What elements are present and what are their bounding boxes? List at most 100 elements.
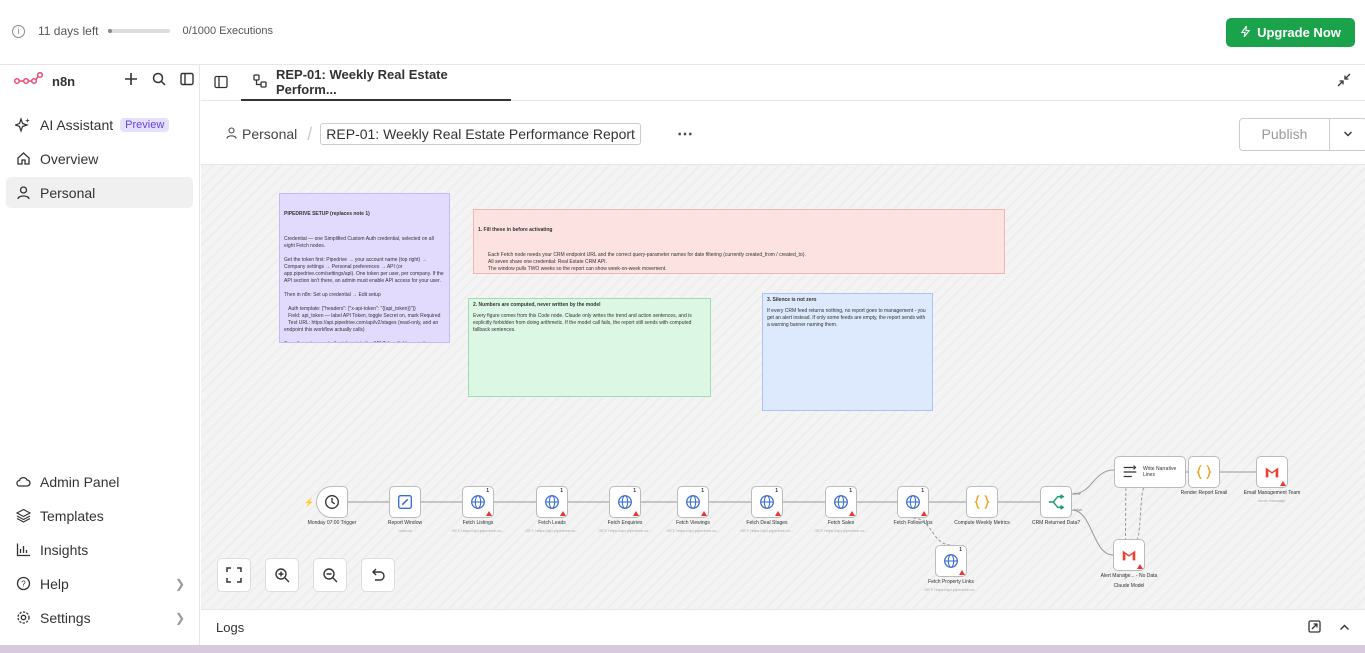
undo-button[interactable] xyxy=(361,558,395,592)
help-circle-icon: ? xyxy=(14,575,32,593)
publish-group: Publish xyxy=(1239,118,1365,151)
fullscreen-icon xyxy=(226,567,242,583)
node-fetch-enquiries[interactable]: 1 xyxy=(609,486,641,518)
node-report-window[interactable] xyxy=(389,486,421,518)
collapse-icon[interactable] xyxy=(1337,73,1351,92)
tab-workflow[interactable]: REP-01: Weekly Real Estate Perform... xyxy=(241,65,511,101)
toggle-panel-icon[interactable] xyxy=(214,75,228,94)
zoom-out-icon xyxy=(323,568,338,583)
connections xyxy=(347,469,1256,580)
chevron-down-icon[interactable] xyxy=(1330,126,1365,144)
popout-icon[interactable] xyxy=(1308,620,1321,636)
tab-bar: REP-01: Weekly Real Estate Perform... xyxy=(201,65,1365,101)
sidebar-item-insights[interactable]: Insights xyxy=(6,534,193,565)
main-area: REP-01: Weekly Real Estate Perform... Pe… xyxy=(201,65,1365,645)
node-fetch-follow-ups[interactable]: 1 xyxy=(897,486,929,518)
node-badge: 1 xyxy=(775,488,778,494)
home-icon xyxy=(14,150,32,168)
upgrade-now-button[interactable]: Upgrade Now xyxy=(1226,18,1355,47)
sidebar: n8n AI Assistant Preview Overview Person… xyxy=(0,65,200,645)
search-icon[interactable] xyxy=(152,72,166,91)
node-fetch-listings[interactable]: 1 xyxy=(462,486,494,518)
sidebar-item-ai-assistant[interactable]: AI Assistant Preview xyxy=(6,109,193,140)
node-monday-07-00-trigger[interactable] xyxy=(316,486,348,518)
sidebar-item-help[interactable]: ? Help ❯ xyxy=(6,568,193,599)
sidebar-item-templates[interactable]: Templates xyxy=(6,500,193,531)
warning-icon xyxy=(849,511,855,516)
zoom-out-button[interactable] xyxy=(313,558,347,592)
node-write-narrative-lines[interactable]: Write Narrative Lines xyxy=(1114,456,1186,488)
breadcrumb-separator: / xyxy=(307,123,313,144)
node-label: CRM Returned Data? xyxy=(1031,520,1081,526)
node-crm-returned-data[interactable] xyxy=(1040,486,1072,518)
warning-icon xyxy=(921,511,927,516)
code-icon xyxy=(1196,464,1212,480)
sidebar-item-personal[interactable]: Personal xyxy=(6,177,193,208)
trial-days-left: 11 days left xyxy=(38,24,99,38)
warning-icon xyxy=(1280,481,1286,486)
node-label: Alert Manage... - No Data xyxy=(1100,573,1158,579)
globe-icon xyxy=(471,495,485,509)
code-icon xyxy=(974,494,990,510)
node-badge: 1 xyxy=(633,488,636,494)
node-subtitle: GET: https://api.pipedrive.co... xyxy=(814,528,868,533)
warning-icon xyxy=(775,511,781,516)
branch-label: false xyxy=(1074,507,1083,512)
node-claude-model[interactable]: Claude Model xyxy=(1084,583,1174,589)
n8n-logo-icon[interactable] xyxy=(13,71,44,91)
ai-icon xyxy=(1123,465,1137,478)
trial-progress-bar xyxy=(108,29,171,33)
warning-icon xyxy=(560,511,566,516)
gmail-icon xyxy=(1265,467,1279,478)
tab-label: REP-01: Weekly Real Estate Perform... xyxy=(276,67,448,97)
warning-icon xyxy=(701,511,707,516)
node-badge: 1 xyxy=(921,488,924,494)
fit-view-button[interactable] xyxy=(217,558,251,592)
globe-icon xyxy=(834,495,848,509)
undo-icon xyxy=(372,568,385,581)
top-bar: i 11 days left 0/1000 Executions Upgrade… xyxy=(0,0,1365,65)
node-title: Write Narrative Lines xyxy=(1143,466,1177,478)
node-fetch-deal-stages[interactable]: 1 xyxy=(751,486,783,518)
node-fetch-leads[interactable]: 1 xyxy=(536,486,568,518)
sidebar-item-overview[interactable]: Overview xyxy=(6,143,193,174)
bolt-icon xyxy=(1240,23,1251,40)
node-badge: 1 xyxy=(560,488,563,494)
node-email-management-team[interactable] xyxy=(1256,456,1288,488)
chevron-up-icon[interactable] xyxy=(1339,621,1350,636)
node-alert-manage-no-data[interactable] xyxy=(1113,539,1145,571)
gear-icon xyxy=(14,609,32,627)
zoom-in-button[interactable] xyxy=(265,558,299,592)
node-fetch-viewings[interactable]: 1 xyxy=(677,486,709,518)
node-render-report-email[interactable] xyxy=(1188,456,1220,488)
node-compute-weekly-metrics[interactable] xyxy=(966,486,998,518)
warning-icon xyxy=(1137,564,1143,569)
sidebar-item-label: Insights xyxy=(40,541,89,558)
publish-button[interactable]: Publish xyxy=(1240,119,1330,150)
logs-label: Logs xyxy=(216,620,245,635)
workflow-title-input[interactable]: REP-01: Weekly Real Estate Performance R… xyxy=(320,123,641,145)
logs-panel[interactable]: Logs xyxy=(201,609,1365,645)
chevron-right-icon: ❯ xyxy=(174,610,185,625)
sidebar-item-label: Help xyxy=(40,575,69,592)
trigger-bolt-icon: ⚡ xyxy=(304,498,314,507)
breadcrumb-project[interactable]: Personal xyxy=(242,126,297,142)
globe-icon xyxy=(618,495,632,509)
node-fetch-property-links[interactable]: 1 xyxy=(935,545,967,577)
workflow-icon xyxy=(253,73,267,91)
sidebar-item-admin-panel[interactable]: Admin Panel xyxy=(6,466,193,497)
sidebar-item-label: Templates xyxy=(40,507,104,524)
more-options-button[interactable]: ⋯ xyxy=(677,124,694,144)
user-icon xyxy=(14,184,32,202)
warning-icon xyxy=(486,511,492,516)
sparkle-icon xyxy=(14,116,32,134)
sidebar-item-settings[interactable]: Settings ❯ xyxy=(6,602,193,633)
node-fetch-sales[interactable]: 1 xyxy=(825,486,857,518)
clock-icon xyxy=(325,495,339,509)
toggle-sidebar-icon[interactable] xyxy=(180,72,194,91)
trial-status: i 11 days left 0/1000 Executions xyxy=(12,24,273,38)
warning-icon xyxy=(959,570,965,575)
node-subtitle: send: message xyxy=(1258,498,1286,503)
plus-icon[interactable] xyxy=(124,72,138,91)
workflow-canvas[interactable]: PIPEDRIVE SETUP (replaces note 1) Creden… xyxy=(201,165,1365,609)
